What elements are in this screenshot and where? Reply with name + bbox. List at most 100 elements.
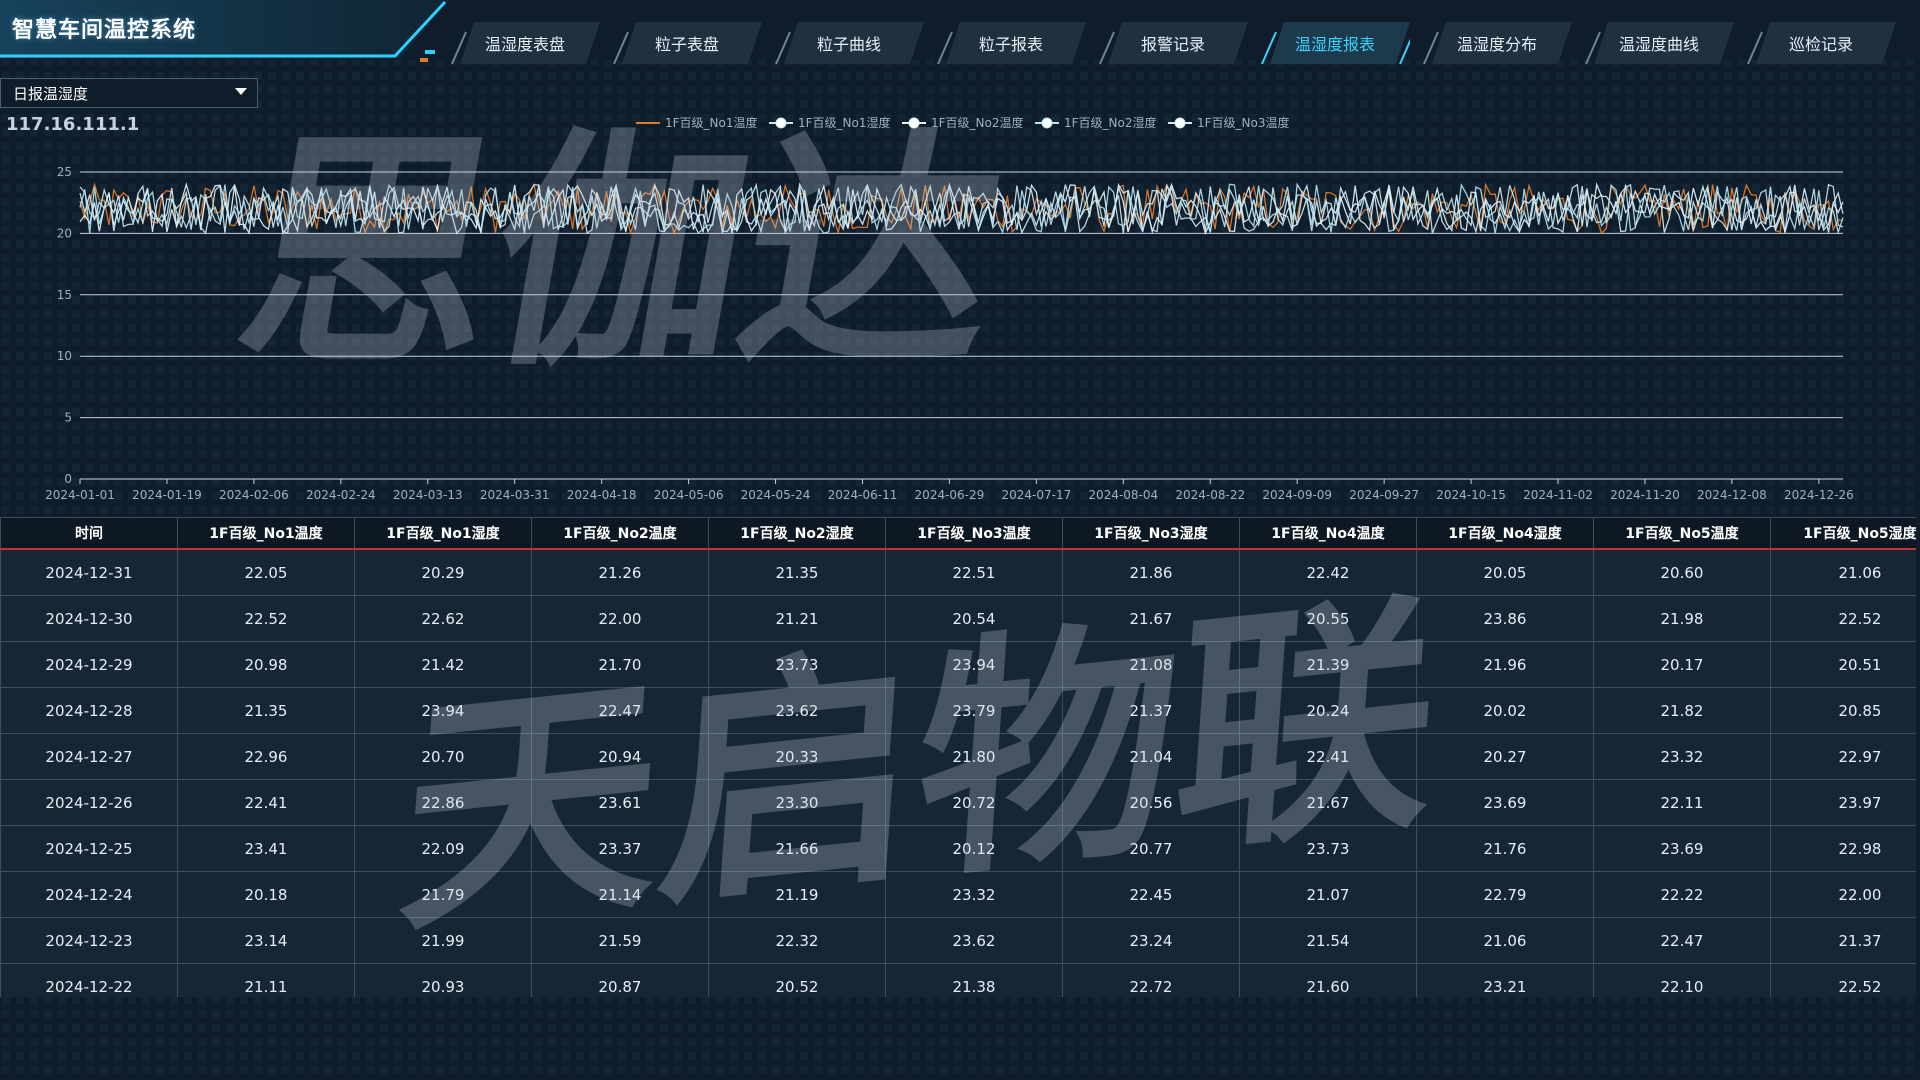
table-row: 2024-12-26 22.41 22.86 23.61 23.30 20.72 20.56… <box>0 779 1916 826</box>
date-cell: 2024-12-27 <box>0 733 178 780</box>
column-header: 1F百级_No2温度 <box>531 517 709 550</box>
value-cell: 20.17 <box>1593 641 1771 688</box>
value-cell: 20.93 <box>354 963 532 997</box>
value-cell: 23.61 <box>531 779 709 826</box>
x-tick-label: 2024-06-11 <box>828 488 898 502</box>
value-cell: 22.62 <box>354 595 532 642</box>
x-tick-label: 2024-05-24 <box>741 488 811 502</box>
table-row: 2024-12-23 23.14 21.99 21.59 22.32 23.62 23.24… <box>0 917 1916 964</box>
value-cell: 21.26 <box>531 548 709 596</box>
value-cell: 22.10 <box>1593 963 1771 997</box>
value-cell: 21.82 <box>1593 687 1771 734</box>
value-cell: 21.42 <box>354 641 532 688</box>
tab-temp-humidity-dial[interactable]: 温湿度表盘 <box>450 22 600 64</box>
value-cell: 23.62 <box>708 687 886 734</box>
value-cell: 21.67 <box>1062 595 1240 642</box>
value-cell: 21.59 <box>531 917 709 964</box>
tab-temp-humidity-curve[interactable]: 温湿度曲线 <box>1584 22 1734 64</box>
value-cell: 22.45 <box>1062 871 1240 918</box>
tab-label: 温湿度表盘 <box>484 35 565 54</box>
y-tick-label: 0 <box>64 472 72 486</box>
value-cell: 20.85 <box>1770 687 1916 734</box>
legend-label: 1F百级_No1温度 <box>665 115 758 130</box>
value-cell: 23.97 <box>1770 779 1916 826</box>
value-cell: 23.14 <box>177 917 355 964</box>
value-cell: 23.73 <box>1239 825 1417 872</box>
value-cell: 20.18 <box>177 871 355 918</box>
value-cell: 22.98 <box>1770 825 1916 872</box>
value-cell: 21.67 <box>1239 779 1417 826</box>
value-cell: 21.35 <box>177 687 355 734</box>
value-cell: 20.72 <box>885 779 1063 826</box>
value-cell: 23.73 <box>708 641 886 688</box>
tab-particle-dial[interactable]: 粒子表盘 <box>612 22 762 64</box>
value-cell: 22.51 <box>885 548 1063 596</box>
tab-label: 温湿度报表 <box>1294 35 1375 54</box>
table-row: 2024-12-28 21.35 23.94 22.47 23.62 23.79 21.37… <box>0 687 1916 734</box>
value-cell: 21.76 <box>1416 825 1594 872</box>
x-tick-label: 2024-09-27 <box>1349 488 1419 502</box>
tab-particle-curve[interactable]: 粒子曲线 <box>774 22 924 64</box>
report-type-select[interactable]: 日报温湿度 <box>0 78 258 108</box>
tab-label: 粒子表盘 <box>654 35 719 54</box>
tab-inspection-records[interactable]: 巡检记录 <box>1746 22 1896 64</box>
value-cell: 23.62 <box>885 917 1063 964</box>
value-cell: 21.66 <box>708 825 886 872</box>
value-cell: 22.47 <box>531 687 709 734</box>
x-tick-label: 2024-05-06 <box>654 488 724 502</box>
value-cell: 21.80 <box>885 733 1063 780</box>
date-cell: 2024-12-26 <box>0 779 178 826</box>
x-tick-label: 2024-02-06 <box>219 488 289 502</box>
value-cell: 20.12 <box>885 825 1063 872</box>
tab-temp-humidity-report[interactable]: 温湿度报表 <box>1260 22 1410 64</box>
tab-alarm-records[interactable]: 报警记录 <box>1098 22 1248 64</box>
date-cell: 2024-12-23 <box>0 917 178 964</box>
value-cell: 22.00 <box>531 595 709 642</box>
value-cell: 20.27 <box>1416 733 1594 780</box>
value-cell: 21.08 <box>1062 641 1240 688</box>
x-tick-label: 2024-01-01 <box>45 488 115 502</box>
value-cell: 20.56 <box>1062 779 1240 826</box>
report-type-value: 日报温湿度 <box>13 84 89 103</box>
value-cell: 22.52 <box>1770 595 1916 642</box>
value-cell: 21.37 <box>1062 687 1240 734</box>
value-cell: 21.39 <box>1239 641 1417 688</box>
value-cell: 21.04 <box>1062 733 1240 780</box>
date-cell: 2024-12-25 <box>0 825 178 872</box>
data-table: 时间 1F百级_No1温度 1F百级_No1湿度 1F百级_No2温度 1F百级_No2… <box>0 517 1916 997</box>
value-cell: 22.86 <box>354 779 532 826</box>
tab-temp-humidity-distribution[interactable]: 温湿度分布 <box>1422 22 1572 64</box>
value-cell: 23.41 <box>177 825 355 872</box>
tab-label: 粒子曲线 <box>816 35 881 54</box>
table-row: 2024-12-27 22.96 20.70 20.94 20.33 21.80 21.04… <box>0 733 1916 780</box>
temperature-chart: 0 5 10 15 20 25 2024-01-01 2024-01-19 2024-02-06… <box>45 115 1854 502</box>
value-cell: 23.21 <box>1416 963 1594 997</box>
column-header: 1F百级_No4温度 <box>1239 517 1417 550</box>
x-tick-label: 2024-07-17 <box>1001 488 1071 502</box>
value-cell: 21.06 <box>1770 548 1916 596</box>
value-cell: 22.97 <box>1770 733 1916 780</box>
date-cell: 2024-12-30 <box>0 595 178 642</box>
value-cell: 20.02 <box>1416 687 1594 734</box>
tab-particle-report[interactable]: 粒子报表 <box>936 22 1086 64</box>
tab-label: 报警记录 <box>1140 35 1205 54</box>
date-cell: 2024-12-31 <box>0 548 178 596</box>
x-tick-label: 2024-04-18 <box>567 488 637 502</box>
x-tick-label: 2024-06-29 <box>915 488 985 502</box>
column-header: 1F百级_No1温度 <box>177 517 355 550</box>
value-cell: 21.60 <box>1239 963 1417 997</box>
x-tick-label: 2024-11-02 <box>1523 488 1593 502</box>
value-cell: 22.42 <box>1239 548 1417 596</box>
x-tick-label: 2024-08-22 <box>1175 488 1245 502</box>
value-cell: 21.11 <box>177 963 355 997</box>
tab-label: 温湿度分布 <box>1456 35 1537 54</box>
value-cell: 20.55 <box>1239 595 1417 642</box>
legend-marker <box>1041 117 1053 129</box>
value-cell: 21.96 <box>1416 641 1594 688</box>
date-cell: 2024-12-24 <box>0 871 178 918</box>
value-cell: 22.09 <box>354 825 532 872</box>
column-header: 1F百级_No1湿度 <box>354 517 532 550</box>
value-cell: 20.94 <box>531 733 709 780</box>
value-cell: 22.32 <box>708 917 886 964</box>
y-tick-label: 15 <box>57 288 72 302</box>
